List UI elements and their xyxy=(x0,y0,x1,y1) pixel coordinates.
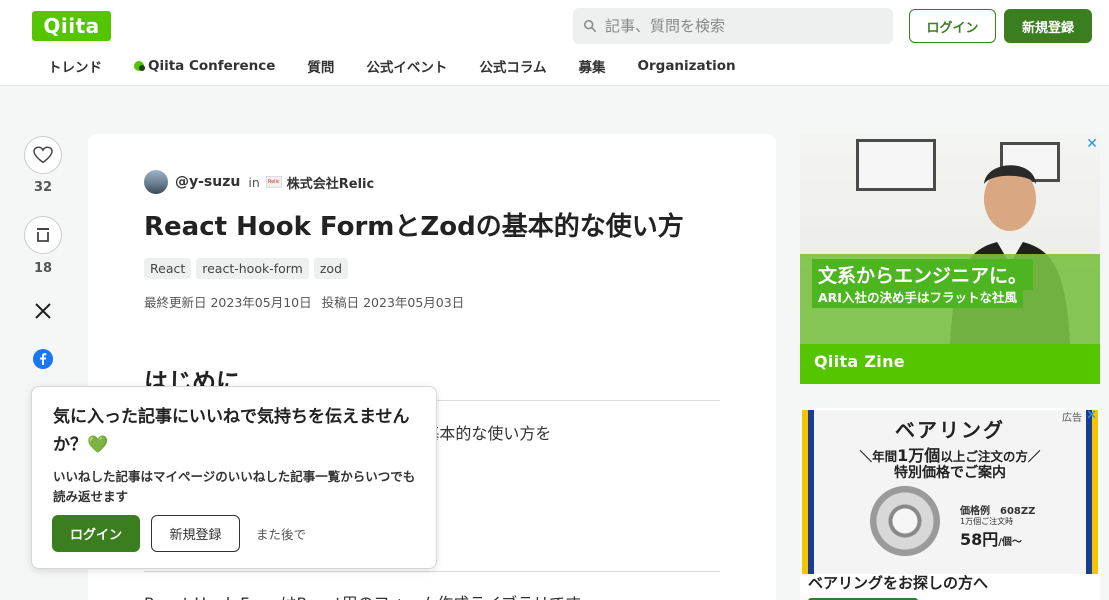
nav-item-conference[interactable]: Qiita Conference xyxy=(134,56,275,76)
tag-react-hook-form[interactable]: react-hook-form xyxy=(196,258,309,279)
posted-date: 投稿日 2023年05月03日 xyxy=(321,295,465,310)
qiita-zine-ad[interactable]: 文系からエンジニアに。 ARI入社の決め手はフラットな社風 Qiita Zine… xyxy=(800,134,1100,384)
article-dates: 最終更新日 2023年05月10日 投稿日 2023年05月03日 xyxy=(144,292,464,311)
tag-zod[interactable]: zod xyxy=(313,258,349,279)
ad-footer-brand: Qiita Zine xyxy=(800,344,1100,384)
qiita-logo[interactable]: Qiita xyxy=(32,11,111,41)
tag-react[interactable]: React xyxy=(144,258,192,279)
nav-item-columns[interactable]: 公式コラム xyxy=(479,56,546,76)
ad-label: 広告 xyxy=(1062,413,1082,424)
share-x-button[interactable] xyxy=(24,302,62,320)
stock-button[interactable] xyxy=(24,216,62,254)
price-amount: 58円 xyxy=(960,530,999,549)
main-nav: トレンド Qiita Conference 質問 公式イベント 公式コラム 募集… xyxy=(48,56,768,76)
price-label: 価格例 608ZZ xyxy=(960,506,1036,517)
bearing-image xyxy=(870,486,940,556)
author-username[interactable]: @y-suzu xyxy=(175,174,240,190)
x-icon xyxy=(35,303,51,319)
popup-title: 気に入った記事にいいねで気持ちを伝えませんか？💚 xyxy=(53,403,423,459)
bearing-ad[interactable]: ベアリング ＼年間1万個以上ご注文の方／ 特別価格でご案内 価格例 608ZZ … xyxy=(800,408,1100,600)
header-signup-button[interactable]: 新規登録 xyxy=(1004,9,1092,43)
heart-icon xyxy=(33,146,53,164)
like-prompt-popup: 気に入った記事にいいねで気持ちを伝えませんか？💚 いいねした記事はマイページのい… xyxy=(31,386,437,569)
price-unit: /個〜 xyxy=(998,537,1022,548)
section-divider xyxy=(144,571,720,572)
ad-title: ベアリング xyxy=(895,418,1005,442)
article-title: React Hook FormとZodの基本的な使い方 xyxy=(144,212,684,242)
org-logo-icon[interactable]: Relic xyxy=(265,176,282,188)
nav-item-questions[interactable]: 質問 xyxy=(307,56,334,76)
site-header: Qiita ログイン 新規登録 トレンド Qiita Conference 質問… xyxy=(0,0,1109,86)
like-count: 32 xyxy=(33,180,53,195)
popup-signup-button[interactable]: 新規登録 xyxy=(151,515,240,552)
ad-close-icon[interactable]: ✕ xyxy=(1086,408,1097,423)
popup-login-button[interactable]: ログイン xyxy=(52,515,140,552)
author-line: @y-suzu in Relic 株式会社Relic xyxy=(144,170,374,194)
ad-line2: 特別価格でご案内 xyxy=(894,465,1006,481)
avatar[interactable] xyxy=(144,170,168,194)
nav-item-recruit[interactable]: 募集 xyxy=(579,56,606,76)
nav-item-conference-label: Qiita Conference xyxy=(148,58,276,74)
updated-date: 最終更新日 2023年05月10日 xyxy=(144,295,312,310)
nav-item-organization[interactable]: Organization xyxy=(638,56,736,76)
share-facebook-button[interactable] xyxy=(24,349,62,369)
conference-icon xyxy=(134,61,145,71)
like-button[interactable] xyxy=(24,136,62,174)
search-input[interactable] xyxy=(605,17,875,35)
header-login-button[interactable]: ログイン xyxy=(909,9,996,43)
nav-item-trend[interactable]: トレンド xyxy=(48,56,102,76)
ad-photo-frame xyxy=(856,139,936,191)
stock-count: 18 xyxy=(33,261,53,276)
ad-close-icon[interactable]: ✕ xyxy=(1086,136,1098,152)
search-icon xyxy=(583,19,597,33)
org-name[interactable]: 株式会社Relic xyxy=(287,173,374,192)
ad-subhead: ARI入社の決め手はフラットな社風 xyxy=(812,285,1023,308)
facebook-icon xyxy=(33,349,53,369)
green-heart-icon: 💚 xyxy=(87,435,109,455)
body-paragraph: React Hook FormはReact用のフォーム作成ライブラリです xyxy=(144,590,581,600)
price-value: 58円/個〜 xyxy=(960,526,1022,550)
stock-icon xyxy=(37,228,49,242)
in-label: in xyxy=(248,174,260,190)
ad-caption: ベアリングをお探しの方へ xyxy=(808,574,989,592)
search-box[interactable] xyxy=(573,8,893,44)
popup-later-link[interactable]: また後で xyxy=(256,524,306,543)
tag-list: React react-hook-form zod xyxy=(144,258,349,279)
popup-description: いいねした記事はマイページのいいねした記事一覧からいつでも読み返せます xyxy=(53,469,416,504)
nav-item-events[interactable]: 公式イベント xyxy=(366,56,447,76)
